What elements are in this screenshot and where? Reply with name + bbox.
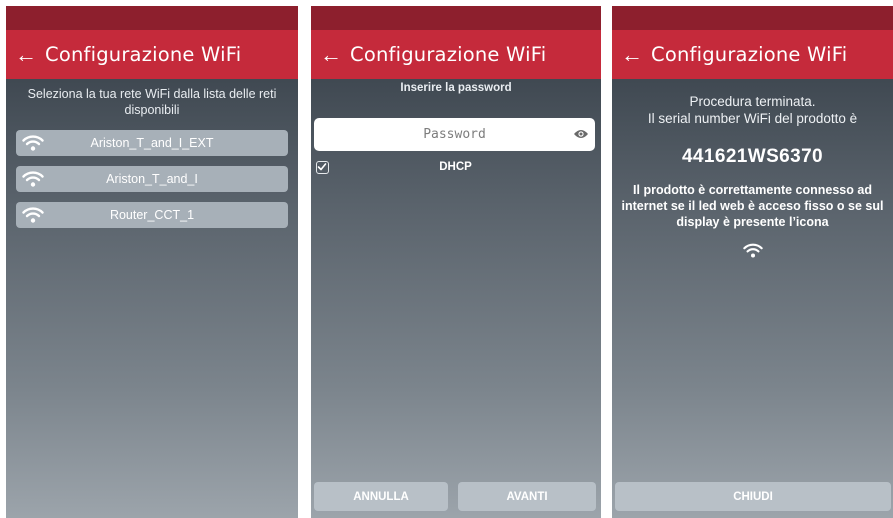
status-bar <box>311 6 601 30</box>
instructions-text: Seleziona la tua rete WiFi dalla lista d… <box>27 87 277 117</box>
screen-complete: ← Configurazione WiFi Procedura terminat… <box>612 6 893 518</box>
app-bar: ← Configurazione WiFi <box>311 30 601 79</box>
app-title: Configurazione WiFi <box>651 43 848 66</box>
password-field-container <box>314 118 595 151</box>
screens: ← Configurazione WiFi Seleziona la tua r… <box>0 0 893 518</box>
completion-title: Procedura terminata. <box>689 94 816 109</box>
status-bar <box>6 6 298 30</box>
back-arrow-icon[interactable]: ← <box>311 30 350 79</box>
wifi-network-item[interactable]: Ariston_T_and_I <box>16 166 288 192</box>
wifi-icon <box>743 243 763 258</box>
password-input[interactable] <box>314 118 595 151</box>
app-title: Configurazione WiFi <box>350 43 547 66</box>
wifi-network-list: Ariston_T_and_I_EXT Ariston_T_and_I Rout… <box>16 130 288 238</box>
serial-number-caption: Il serial number WiFi del prodotto è <box>647 111 858 126</box>
password-label: Inserire la password <box>400 82 512 94</box>
status-bar <box>612 6 893 30</box>
wifi-network-ssid: Ariston_T_and_I_EXT <box>90 136 214 150</box>
cancel-button[interactable]: ANNULLA <box>314 482 448 511</box>
screen-network-list: ← Configurazione WiFi Seleziona la tua r… <box>6 6 298 518</box>
dhcp-row: DHCP <box>316 158 595 178</box>
wifi-network-ssid: Router_CCT_1 <box>109 208 195 222</box>
back-arrow-icon[interactable]: ← <box>612 30 651 79</box>
screen-password: ← Configurazione WiFi Inserire la passwo… <box>311 6 601 518</box>
wifi-network-item[interactable]: Ariston_T_and_I_EXT <box>16 130 288 156</box>
close-button[interactable]: CHIUDI <box>615 482 891 511</box>
connection-message: Il prodotto è correttamente connesso ad … <box>621 183 884 229</box>
wifi-icon <box>22 135 44 151</box>
eye-icon[interactable] <box>573 128 589 140</box>
serial-number: 441621WS6370 <box>681 146 824 167</box>
app-bar: ← Configurazione WiFi <box>612 30 893 79</box>
next-button[interactable]: AVANTI <box>458 482 596 511</box>
app-title: Configurazione WiFi <box>45 43 242 66</box>
back-arrow-icon[interactable]: ← <box>6 30 45 79</box>
wifi-icon <box>22 207 44 223</box>
dhcp-label: DHCP <box>439 161 472 173</box>
wifi-network-ssid: Ariston_T_and_I <box>106 172 198 186</box>
wifi-icon <box>22 171 44 187</box>
app-bar: ← Configurazione WiFi <box>6 30 298 79</box>
wifi-network-item[interactable]: Router_CCT_1 <box>16 202 288 228</box>
